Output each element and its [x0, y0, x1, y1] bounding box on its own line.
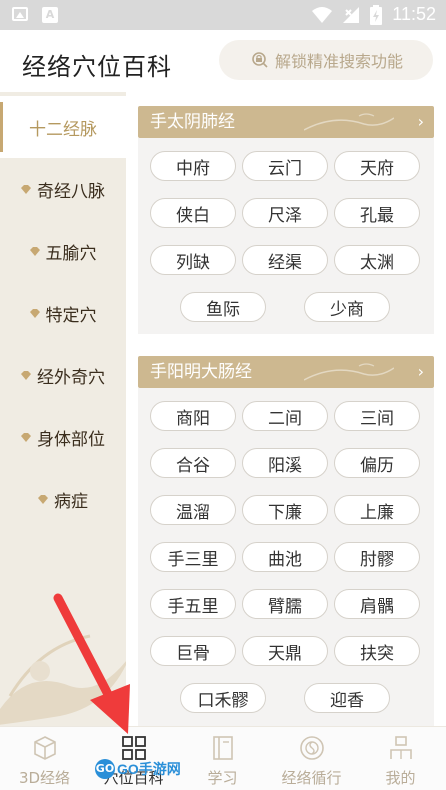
section-body-lung-meridian: 中府 云门 天府 侠白 尺泽 孔最 列缺 经渠 太渊 鱼际 少商 [138, 138, 434, 334]
person-icon [389, 736, 412, 759]
signal-icon [343, 6, 360, 23]
acupoint-button[interactable]: 温溜 [150, 495, 236, 525]
acupoint-button[interactable]: 手三里 [150, 542, 236, 572]
a-icon: A [42, 7, 58, 23]
app-header: 经络穴位百科 解锁精准搜索功能 [0, 30, 446, 92]
acupoint-button[interactable]: 合谷 [150, 448, 236, 478]
acupoint-button[interactable]: 臂臑 [242, 589, 328, 619]
chevron-right-icon: › [417, 362, 424, 381]
status-bar: A 11:52 [0, 0, 446, 30]
acupoint-button[interactable]: 商阳 [150, 401, 236, 431]
watermark-logo-icon: GO [95, 759, 115, 779]
acupoint-button[interactable]: 经渠 [242, 245, 328, 275]
acupoint-button[interactable]: 阳溪 [242, 448, 328, 478]
cube-icon [33, 736, 56, 760]
acupoint-button[interactable]: 天鼎 [242, 636, 328, 666]
image-icon [12, 7, 28, 21]
diamond-icon [29, 247, 40, 256]
acupoint-button[interactable]: 中府 [150, 151, 236, 181]
diamond-icon [29, 309, 40, 318]
diamond-icon [21, 433, 31, 442]
acupoint-button[interactable]: 下廉 [242, 495, 328, 525]
acupoint-button[interactable]: 口禾髎 [180, 683, 266, 713]
sidebar-item-label: 特定穴 [45, 305, 97, 326]
nav-label: 经络循行 [281, 769, 342, 787]
section-header-large-intestine-meridian[interactable]: 手阳明大肠经 › [138, 356, 434, 388]
acupoint-button[interactable]: 云门 [242, 151, 328, 181]
acupoint-button[interactable]: 天府 [334, 151, 420, 181]
nav-label: 我的 [385, 769, 416, 787]
acupoint-button[interactable]: 巨骨 [150, 636, 236, 666]
chevron-right-icon: › [417, 112, 424, 131]
acupoint-button[interactable]: 孔最 [334, 198, 420, 228]
section-title: 手阳明大肠经 [150, 362, 252, 382]
nav-study[interactable]: 学习 [178, 727, 267, 790]
acupoint-button[interactable]: 尺泽 [242, 198, 328, 228]
section-body-large-intestine-meridian: 商阳 二间 三间 合谷 阳溪 偏历 温溜 下廉 上廉 手三里 曲池 肘髎 手五里… [138, 388, 434, 726]
unlock-search-label: 解锁精准搜索功能 [274, 52, 403, 71]
sidebar-item-extra-points[interactable]: 经外奇穴 [0, 344, 126, 406]
acupoint-button[interactable]: 少商 [304, 292, 390, 322]
acupoint-button[interactable]: 鱼际 [180, 292, 266, 322]
acupoint-button[interactable]: 肩髃 [334, 589, 420, 619]
bird-decoration-icon [304, 363, 394, 381]
yin-yang-icon [299, 736, 324, 760]
diamond-icon [38, 495, 48, 504]
sidebar-item-diseases[interactable]: 病症 [0, 468, 126, 530]
sidebar-item-five-shu-points[interactable]: 五腧穴 [0, 220, 126, 282]
sidebar-item-label: 五腧穴 [45, 243, 97, 264]
battery-icon [370, 4, 383, 25]
sidebar-item-label: 十二经脉 [29, 119, 97, 140]
acupoint-list: 手太阴肺经 › 中府 云门 天府 侠白 尺泽 孔最 列缺 经渠 太渊 鱼际 少商… [126, 92, 446, 726]
acupoint-button[interactable]: 扶突 [334, 636, 420, 666]
sidebar-item-label: 身体部位 [37, 429, 105, 450]
diamond-icon [21, 371, 31, 380]
sidebar-item-twelve-meridians[interactable]: 十二经脉 [0, 96, 126, 158]
nav-label: 3D经络 [18, 769, 71, 787]
bottom-navigation: 3D经络 穴位百科 学习 经络循行 我的 [0, 726, 446, 790]
active-indicator [0, 102, 3, 152]
wifi-icon [312, 6, 333, 23]
acupoint-button[interactable]: 偏历 [334, 448, 420, 478]
acupoint-button[interactable]: 手五里 [150, 589, 236, 619]
search-lock-icon [252, 52, 268, 68]
site-watermark: GO GO手游网 [95, 758, 187, 780]
acupoint-button[interactable]: 曲池 [242, 542, 328, 572]
acupoint-button[interactable]: 三间 [334, 401, 420, 431]
acupoint-button[interactable]: 肘髎 [334, 542, 420, 572]
section-header-lung-meridian[interactable]: 手太阴肺经 › [138, 106, 434, 138]
nav-3d-meridian[interactable]: 3D经络 [0, 727, 89, 790]
status-time: 11:52 [392, 4, 436, 24]
page-title: 经络穴位百科 [22, 53, 172, 81]
sidebar-item-label: 经外奇穴 [37, 367, 105, 388]
sidebar-item-body-parts[interactable]: 身体部位 [0, 406, 126, 468]
acupoint-button[interactable]: 迎香 [304, 683, 390, 713]
section-title: 手太阴肺经 [150, 112, 235, 132]
category-sidebar: 十二经脉 奇经八脉 五腧穴 特定穴 经外奇穴 身体部位 病症 [0, 92, 126, 726]
sidebar-item-label: 病症 [54, 491, 88, 512]
acupoint-button[interactable]: 太渊 [334, 245, 420, 275]
sidebar-item-eight-extra-meridians[interactable]: 奇经八脉 [0, 158, 126, 220]
sidebar-item-label: 奇经八脉 [37, 181, 105, 202]
bird-decoration-icon [304, 113, 394, 131]
acupoint-button[interactable]: 上廉 [334, 495, 420, 525]
sidebar-item-specific-points[interactable]: 特定穴 [0, 282, 126, 344]
watermark-text: GO手游网 [117, 761, 181, 777]
unlock-search-button[interactable]: 解锁精准搜索功能 [219, 40, 433, 80]
acupoint-button[interactable]: 侠白 [150, 198, 236, 228]
nav-label: 学习 [207, 769, 238, 787]
diamond-icon [21, 185, 31, 194]
nav-meridian-circulation[interactable]: 经络循行 [267, 727, 356, 790]
acupoint-button[interactable]: 二间 [242, 401, 328, 431]
nav-mine[interactable]: 我的 [356, 727, 445, 790]
book-icon [212, 736, 233, 760]
decorative-figure [0, 634, 126, 725]
acupoint-button[interactable]: 列缺 [150, 245, 236, 275]
